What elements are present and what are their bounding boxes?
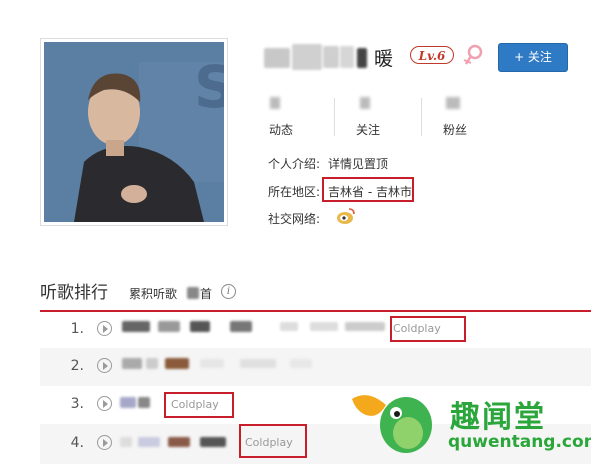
ranking-title: 听歌排行 bbox=[40, 283, 108, 303]
play-icon[interactable] bbox=[97, 435, 112, 450]
region-value: 吉林省 - 吉林市 bbox=[328, 185, 412, 199]
song-title-blur bbox=[230, 321, 252, 332]
stat-count-posts bbox=[270, 97, 280, 109]
user-avatar[interactable]: S bbox=[40, 38, 228, 226]
song-title-blur bbox=[120, 397, 136, 408]
song-title-blur bbox=[158, 321, 180, 332]
song-title-blur bbox=[146, 358, 158, 369]
name-blur-4 bbox=[340, 46, 354, 68]
avatar-photo: S bbox=[44, 42, 224, 222]
info-icon[interactable]: i bbox=[221, 284, 236, 299]
avatar-image: S bbox=[44, 42, 224, 222]
song-title-blur bbox=[120, 437, 132, 447]
user-name: 暖 bbox=[374, 48, 394, 70]
name-blur-5 bbox=[357, 48, 367, 68]
name-blur-2 bbox=[292, 44, 322, 70]
level-badge: Lv.6 bbox=[410, 46, 454, 64]
song-title-blur bbox=[345, 322, 385, 331]
play-icon[interactable] bbox=[97, 396, 112, 411]
name-blur-1 bbox=[264, 48, 290, 68]
play-icon[interactable] bbox=[97, 358, 112, 373]
stat-divider bbox=[421, 98, 422, 136]
intro-value: 详情见置顶 bbox=[328, 157, 389, 171]
song-title-blur bbox=[200, 437, 226, 447]
watermark-url: quwentang.com bbox=[448, 432, 591, 452]
stat-label-posts[interactable]: 动态 bbox=[269, 121, 293, 138]
song-title-blur bbox=[290, 359, 312, 368]
intro-label: 个人介绍: bbox=[268, 157, 321, 171]
song-title-blur bbox=[280, 322, 298, 331]
region-label: 所在地区: bbox=[268, 185, 321, 199]
list-item[interactable]: 2. bbox=[40, 348, 591, 386]
watermark-text: 趣闻堂 bbox=[450, 400, 546, 435]
song-title-blur bbox=[240, 359, 276, 368]
song-title-blur bbox=[190, 321, 210, 332]
stat-count-following bbox=[360, 97, 370, 109]
social-label: 社交网络: bbox=[268, 212, 321, 226]
rank-number: 1. bbox=[70, 321, 84, 337]
artist-name[interactable]: Coldplay bbox=[171, 398, 219, 411]
ranking-subtitle-prefix: 累积听歌 bbox=[129, 287, 178, 301]
parrot-logo bbox=[348, 385, 443, 464]
song-title-blur bbox=[122, 321, 150, 332]
artist-name[interactable]: Coldplay bbox=[393, 322, 441, 335]
rank-number: 4. bbox=[70, 435, 84, 451]
stat-count-fans bbox=[446, 97, 460, 109]
artist-name[interactable]: Coldplay bbox=[245, 436, 293, 449]
song-title-blur bbox=[122, 358, 142, 369]
stat-divider bbox=[334, 98, 335, 136]
list-item[interactable]: 1. Coldplay bbox=[40, 312, 591, 350]
rank-number: 3. bbox=[70, 396, 84, 412]
song-title-blur bbox=[310, 322, 338, 331]
song-title-blur bbox=[200, 359, 224, 368]
follow-button[interactable]: + 关注 bbox=[498, 43, 568, 72]
weibo-icon[interactable] bbox=[336, 207, 356, 229]
ranking-subtitle-suffix: 首 bbox=[200, 287, 213, 301]
stat-label-fans[interactable]: 粉丝 bbox=[443, 121, 467, 138]
song-title-blur bbox=[168, 437, 190, 447]
song-title-blur bbox=[138, 397, 150, 408]
song-title-blur bbox=[165, 358, 189, 369]
stat-label-following[interactable]: 关注 bbox=[356, 121, 380, 138]
name-blur-3 bbox=[323, 46, 339, 68]
female-icon bbox=[463, 44, 485, 72]
rank-number: 2. bbox=[70, 358, 84, 374]
play-icon[interactable] bbox=[97, 321, 112, 336]
song-title-blur bbox=[138, 437, 160, 447]
ranking-count-blur bbox=[187, 287, 199, 299]
